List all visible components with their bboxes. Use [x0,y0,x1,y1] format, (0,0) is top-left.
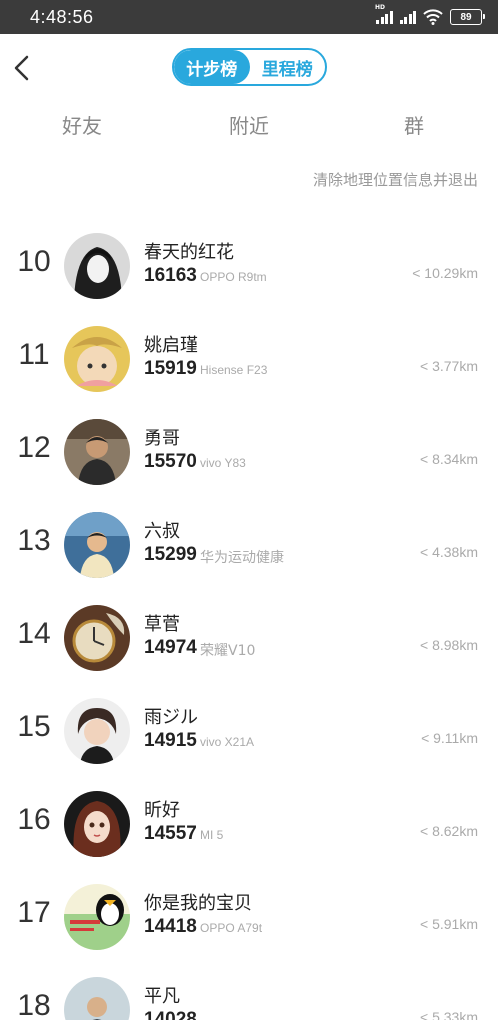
top-bar: 计步榜 里程榜 [0,34,498,100]
battery-level: 89 [460,11,472,23]
distance: < 9.11km [421,730,478,746]
device-name: 华为运动健康 [200,550,284,566]
rank-number: 18 [17,989,51,1020]
ranking-row[interactable]: 17 你是我的宝贝 14418 OPPO A79t < 5.91km [0,884,498,977]
rank-number: 11 [18,338,50,371]
status-bar: 4:48:56 HD 89 [0,0,498,34]
avatar[interactable] [64,326,130,392]
avatar[interactable] [64,698,130,764]
battery-icon: 89 [450,9,485,25]
distance: < 5.33km [420,1009,478,1020]
avatar[interactable] [64,605,130,671]
user-name: 昕好 [144,800,180,821]
rank-number: 12 [17,431,51,464]
rank-number: 13 [17,524,51,557]
user-name: 你是我的宝贝 [144,893,252,914]
user-name: 草菅 [144,614,180,635]
ranking-row[interactable]: 12 勇哥 15570 vivo Y83 < 8.34km [0,419,498,512]
user-name: 勇哥 [144,428,180,449]
ranking-row[interactable]: 14 草菅 14974 荣耀V10 < 8.98km [0,605,498,698]
device-name: MI 5 [200,828,224,842]
toggle-step-ranking[interactable]: 计步榜 [174,50,250,84]
hd-signal-icon: HD [375,4,393,24]
status-time: 4:48:56 [30,7,94,27]
tab-nearby[interactable]: 附近 [229,110,269,139]
ranking-row[interactable]: 11 姚启瑾 15919 Hisense F23 < 3.77km [0,326,498,419]
step-count: 14974 [144,637,197,658]
rank-number: 16 [17,803,51,836]
hd-label: HD [375,4,386,11]
tab-group[interactable]: 群 [404,110,424,139]
ranking-row[interactable]: 13 六叔 15299 华为运动健康 < 4.38km [0,512,498,605]
device-name: 荣耀V10 [200,643,256,659]
ranking-type-toggle: 计步榜 里程榜 [172,48,327,86]
avatar[interactable] [64,977,130,1020]
clear-location-link[interactable]: 清除地理位置信息并退出 [313,169,478,190]
device-name: vivo X21A [200,735,255,749]
user-name: 姚启瑾 [144,335,198,356]
distance: < 8.34km [420,451,478,467]
step-count: 15570 [144,451,197,472]
wifi-icon [423,9,443,25]
step-count: 16163 [144,265,197,286]
distance: < 5.91km [420,916,478,932]
distance: < 8.62km [420,823,478,839]
tab-friends[interactable]: 好友 [62,110,102,139]
distance: < 3.77km [420,358,478,374]
avatar[interactable] [64,512,130,578]
step-count: 14915 [144,730,197,751]
step-count: 15919 [144,358,197,379]
device-name: vivo Y83 [200,456,246,470]
rank-number: 17 [17,896,51,929]
device-name: OPPO R9tm [200,270,267,284]
distance: < 10.29km [412,265,478,281]
step-count: 14028 [144,1009,197,1020]
step-count: 15299 [144,544,197,565]
step-count: 14418 [144,916,197,937]
ranking-row[interactable]: 15 雨ジル 14915 vivo X21A < 9.11km [0,698,498,791]
step-count: 14557 [144,823,197,844]
distance: < 8.98km [420,637,478,653]
ranking-row[interactable]: 18 平凡 14028 < 5.33km [0,977,498,1020]
distance: < 4.38km [420,544,478,560]
avatar[interactable] [64,884,130,950]
status-icons: HD 89 [375,4,485,26]
scope-tabs: 好友 附近 群 [0,110,498,144]
user-name: 六叔 [144,521,180,542]
user-name: 平凡 [144,986,180,1007]
back-arrow-icon[interactable] [8,48,34,88]
user-name: 春天的红花 [144,242,234,263]
user-name: 雨ジル [144,707,198,728]
avatar[interactable] [64,791,130,857]
toggle-mileage-ranking[interactable]: 里程榜 [250,50,326,84]
rank-number: 14 [17,617,51,650]
ranking-row[interactable]: 16 昕好 14557 MI 5 < 8.62km [0,791,498,884]
signal-icon [399,10,416,24]
ranking-row[interactable]: 10 春天的红花 16163 OPPO R9tm < 10.29km [0,233,498,326]
avatar[interactable] [64,419,130,485]
rank-number: 10 [17,245,51,278]
device-name: Hisense F23 [200,363,268,377]
avatar[interactable] [64,233,130,299]
device-name: OPPO A79t [200,921,263,935]
rank-number: 15 [17,710,51,743]
